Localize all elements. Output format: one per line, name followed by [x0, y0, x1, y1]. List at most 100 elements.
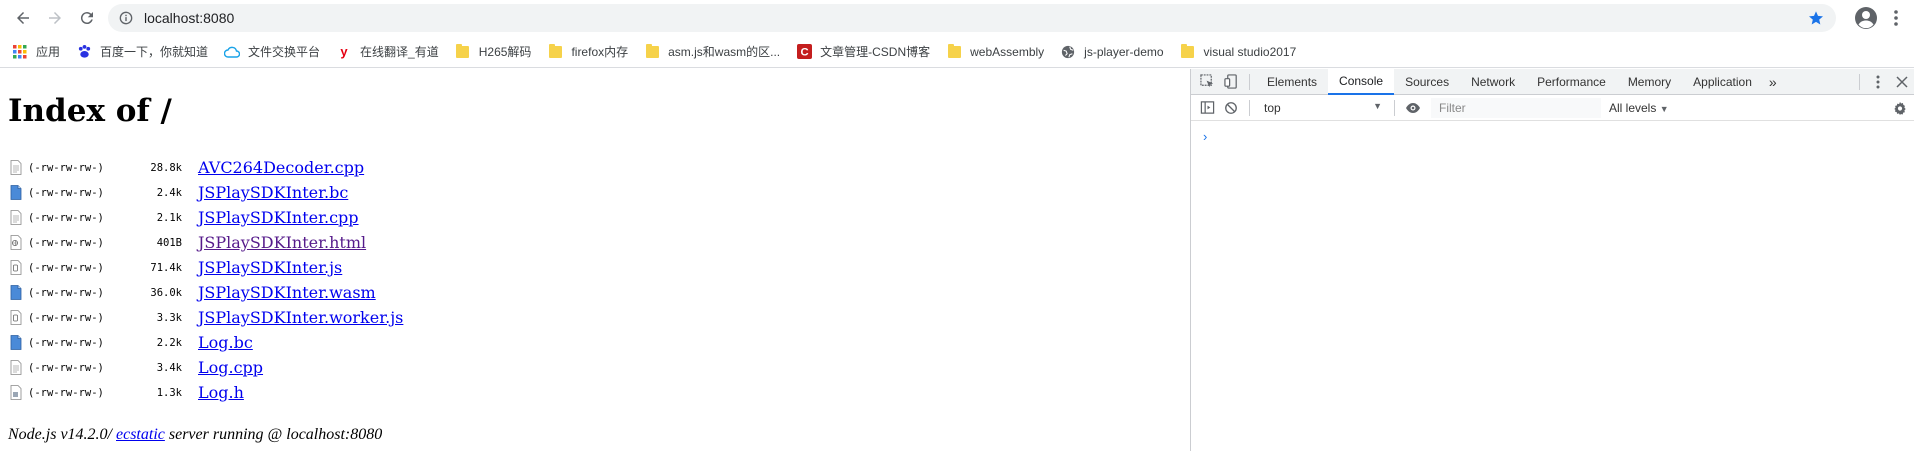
binary-file-icon [10, 184, 24, 201]
bookmark-label: asm.js和wasm的区... [668, 45, 781, 59]
more-tabs-button[interactable]: » [1763, 69, 1783, 95]
log-levels-dropdown[interactable]: All levels ▼ [1609, 101, 1669, 115]
console-prompt[interactable]: › [1203, 129, 1207, 144]
dropdown-triangle-icon: ▼ [1659, 103, 1669, 114]
file-permissions: (-rw-rw-rw-) [28, 386, 104, 399]
show-sidebar-button[interactable] [1195, 96, 1219, 120]
tab-console[interactable]: Console [1328, 68, 1395, 95]
file-link[interactable]: JSPlaySDKInter.wasm [198, 283, 376, 302]
ecstatic-link[interactable]: ecstatic [116, 426, 165, 443]
file-size: 3.4k [156, 361, 182, 374]
file-link[interactable]: Log.bc [198, 333, 253, 352]
profile-avatar-icon[interactable] [1854, 6, 1878, 30]
tab-elements[interactable]: Elements [1256, 69, 1328, 95]
file-link[interactable]: JSPlaySDKInter.bc [198, 183, 348, 202]
url-text[interactable]: localhost:8080 [144, 10, 234, 26]
binary-file-icon [10, 284, 24, 301]
kebab-menu-icon [1876, 75, 1880, 89]
file-permissions: (-rw-rw-rw-) [28, 311, 104, 324]
file-row: (-rw-rw-rw-) 2.1k JSPlaySDKInter.cpp [10, 205, 403, 230]
tab-sources[interactable]: Sources [1394, 69, 1460, 95]
file-permissions: (-rw-rw-rw-) [28, 161, 104, 174]
browser-menu-button[interactable] [1888, 8, 1904, 28]
separator [1859, 74, 1860, 90]
back-button[interactable] [10, 5, 36, 31]
forward-button[interactable] [42, 5, 68, 31]
bookmark-star-icon[interactable] [1808, 10, 1824, 26]
devtools-settings-menu-button[interactable] [1866, 70, 1890, 94]
file-size: 2.1k [156, 211, 182, 224]
clear-console-button[interactable] [1219, 96, 1243, 120]
file-size: 401B [156, 236, 182, 249]
footer-suffix: server running @ localhost:8080 [164, 426, 383, 443]
folder-icon [547, 43, 563, 60]
context-selector[interactable]: top ▼ [1256, 101, 1388, 115]
text-file-icon [10, 159, 24, 176]
bookmark-item[interactable]: asm.js和wasm的区... [644, 40, 788, 64]
info-icon[interactable] [118, 10, 134, 26]
bookmark-item[interactable]: 文件交换平台 [224, 40, 328, 64]
bookmark-item[interactable]: H265解码 [455, 40, 540, 64]
live-expression-button[interactable] [1401, 96, 1425, 120]
bookmark-label: webAssembly [970, 44, 1045, 59]
server-footer: Node.js v14.2.0/ ecstatic server running… [8, 426, 382, 444]
file-link[interactable]: JSPlaySDKInter.html [198, 233, 366, 252]
devtools-tabs: Elements Console Sources Network Performance… [1256, 68, 1763, 95]
tab-memory[interactable]: Memory [1617, 69, 1682, 95]
console-toolbar: top ▼ Filter All levels ▼ [1191, 95, 1914, 121]
bookmark-item[interactable]: webAssembly [946, 40, 1052, 64]
arrow-right-icon [49, 12, 61, 24]
device-toolbar-button[interactable] [1219, 70, 1243, 94]
arrow-left-icon [17, 12, 29, 24]
kebab-menu-icon [1894, 10, 1898, 26]
sidebar-toggle-icon [1200, 101, 1214, 114]
file-size: 28.8k [150, 161, 182, 174]
address-bar[interactable]: localhost:8080 [108, 4, 1836, 32]
tab-application[interactable]: Application [1682, 69, 1763, 95]
console-settings-button[interactable] [1888, 96, 1912, 120]
bookmark-item[interactable]: firefox内存 [547, 40, 636, 64]
apps-grid-icon [12, 44, 28, 60]
file-permissions: (-rw-rw-rw-) [28, 361, 104, 374]
youdao-icon: y [340, 44, 348, 59]
file-link[interactable]: JSPlaySDKInter.worker.js [198, 308, 403, 327]
file-size: 3.3k [156, 311, 182, 324]
console-filter-input[interactable]: Filter [1431, 97, 1601, 118]
bookmark-item[interactable]: C 文章管理-CSDN博客 [796, 40, 938, 64]
file-row: (-rw-rw-rw-) 1.3k Log.h [10, 380, 403, 405]
bookmark-item[interactable]: js-player-demo [1060, 40, 1171, 64]
devtools-controls [1853, 70, 1914, 94]
tab-performance[interactable]: Performance [1526, 69, 1617, 95]
footer-prefix: Node.js v14.2.0/ [8, 426, 116, 443]
file-link[interactable]: JSPlaySDKInter.js [198, 258, 342, 277]
bookmark-label: 应用 [36, 45, 61, 59]
bookmark-item[interactable]: 应用 [12, 40, 68, 64]
file-link[interactable]: JSPlaySDKInter.cpp [198, 208, 359, 227]
close-devtools-button[interactable] [1890, 70, 1914, 94]
file-link[interactable]: Log.h [198, 383, 244, 402]
file-link[interactable]: AVC264Decoder.cpp [198, 158, 364, 177]
file-row: (-rw-rw-rw-) 401B JSPlaySDKInter.html [10, 230, 403, 255]
globe-icon [1060, 44, 1076, 60]
inspect-element-button[interactable] [1195, 70, 1219, 94]
bookmark-item[interactable]: visual studio2017 [1180, 40, 1305, 64]
reload-button[interactable] [74, 5, 100, 31]
file-size: 36.0k [150, 286, 182, 299]
folder-icon [1180, 43, 1196, 60]
bookmark-label: 在线翻译_有道 [360, 45, 439, 59]
file-row: (-rw-rw-rw-) 36.0k JSPlaySDKInter.wasm [10, 280, 403, 305]
csdn-icon: C [796, 44, 812, 60]
file-size: 71.4k [150, 261, 182, 274]
page-title: Index of / [8, 93, 172, 129]
bookmark-label: 百度一下，你就知道 [100, 45, 209, 59]
bookmark-label: firefox内存 [571, 45, 629, 59]
file-row: (-rw-rw-rw-) 3.4k Log.cpp [10, 355, 403, 380]
log-levels-label: All levels [1609, 100, 1657, 115]
file-link[interactable]: Log.cpp [198, 358, 263, 377]
file-list: (-rw-rw-rw-) 28.8k AVC264Decoder.cpp (-rw-r… [10, 155, 403, 405]
bookmark-item[interactable]: y 在线翻译_有道 [336, 40, 447, 64]
file-permissions: (-rw-rw-rw-) [28, 186, 104, 199]
tab-network[interactable]: Network [1460, 69, 1526, 95]
bookmark-item[interactable]: 百度一下，你就知道 [76, 40, 216, 64]
bookmark-label: 文章管理-CSDN博客 [820, 45, 931, 59]
